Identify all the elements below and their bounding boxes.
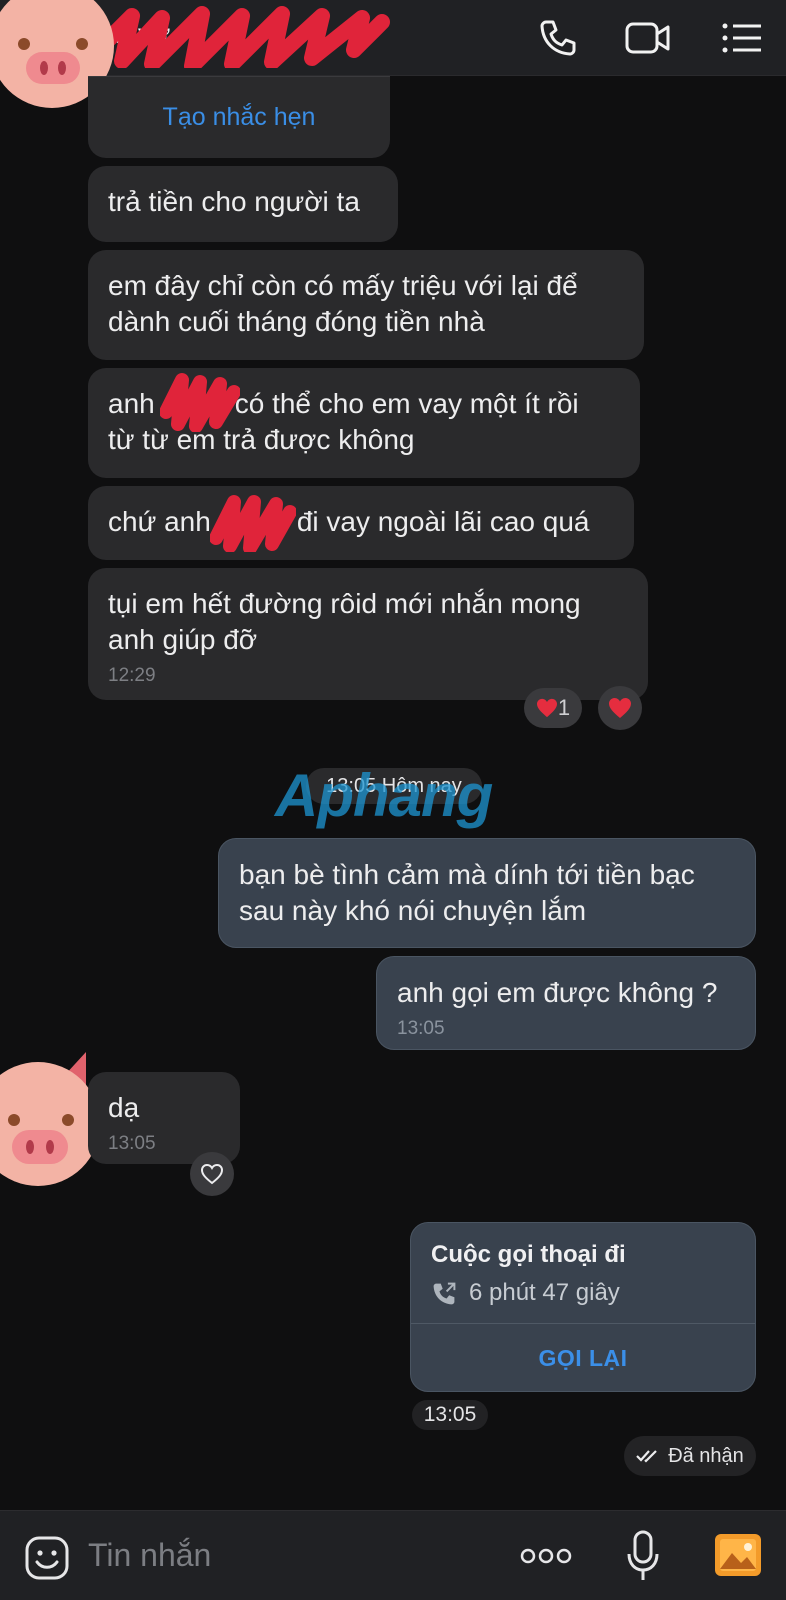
- outgoing-message-bubble[interactable]: bạn bè tình cảm mà dính tới tiền bạc sau…: [218, 838, 756, 948]
- call-title: Cuộc gọi thoại đi: [431, 1241, 626, 1268]
- phone-icon[interactable]: [532, 12, 584, 64]
- outgoing-call-icon: [433, 1282, 456, 1305]
- message-text: từ từ em trả được không: [108, 424, 415, 455]
- redaction-scribble: [94, 6, 390, 68]
- message-text: em đây chỉ còn có mấy triệu với lại để d…: [108, 270, 578, 337]
- image-gallery-icon[interactable]: [712, 1529, 764, 1581]
- message-time: 13:05: [397, 1018, 445, 1039]
- create-reminder-link[interactable]: Tạo nhắc hẹn: [88, 76, 390, 158]
- message-time: 13:05: [412, 1400, 488, 1430]
- heart-icon: [536, 698, 557, 718]
- message-time: 13:05: [108, 1133, 156, 1154]
- list-menu-icon[interactable]: [716, 12, 768, 64]
- chat-screen: C vợ Tạo nhắc hẹn trả tiền cho người ta …: [0, 0, 786, 1600]
- status-text: Đã nhận: [668, 1444, 744, 1467]
- double-check-icon: [636, 1450, 657, 1463]
- message-text: có thể cho em vay một ít rồi: [234, 388, 579, 419]
- emoji-icon[interactable]: [22, 1533, 72, 1583]
- message-text: tụi em hết đường rôid mới nhắn mong anh …: [108, 588, 581, 655]
- message-text: anh: [108, 388, 155, 419]
- delivery-status: Đã nhận: [624, 1436, 756, 1476]
- message-bubble[interactable]: dạ 13:05: [88, 1072, 240, 1164]
- redaction-scribble: [210, 495, 296, 552]
- reaction-summary[interactable]: 1: [524, 688, 582, 728]
- video-icon[interactable]: [622, 12, 674, 64]
- chat-header: C vợ: [0, 0, 786, 76]
- message-bubble[interactable]: em đây chỉ còn có mấy triệu với lại để d…: [88, 250, 644, 360]
- message-text: đi vay ngoài lãi cao quá: [296, 506, 590, 537]
- message-text: anh gọi em được không ?: [397, 977, 718, 1008]
- message-input-bar: Tin nhắn: [0, 1510, 786, 1600]
- message-input[interactable]: Tin nhắn: [88, 1537, 211, 1574]
- more-dots-icon[interactable]: [518, 1539, 574, 1573]
- outgoing-call-card: Cuộc gọi thoại đi 6 phút 47 giây GỌI LẠI: [410, 1222, 756, 1392]
- message-text: chứ anh: [108, 506, 211, 537]
- watermark-text: Aphang: [275, 762, 493, 829]
- reaction-count: 1: [557, 695, 571, 720]
- outgoing-message-bubble[interactable]: anh gọi em được không ? 13:05: [376, 956, 756, 1050]
- microphone-icon[interactable]: [618, 1527, 668, 1585]
- heart-icon: [609, 698, 631, 718]
- message-text: trả tiền cho người ta: [108, 186, 360, 217]
- react-heart-button[interactable]: [598, 686, 642, 730]
- heart-outline-icon: [200, 1163, 224, 1185]
- message-time: 12:29: [108, 665, 156, 686]
- message-text: dạ: [108, 1092, 140, 1123]
- call-back-button[interactable]: GỌI LẠI: [411, 1324, 755, 1391]
- message-text: bạn bè tình cảm mà dính tới tiền bạc sau…: [239, 859, 695, 926]
- react-heart-button[interactable]: [190, 1152, 234, 1196]
- message-bubble[interactable]: trả tiền cho người ta: [88, 166, 398, 242]
- message-bubble[interactable]: chứ anh đi vay ngoài lãi cao quá: [88, 486, 634, 560]
- watermark-logo: Aphang: [275, 762, 493, 829]
- redaction-scribble: [160, 373, 240, 432]
- message-bubble[interactable]: tụi em hết đường rôid mới nhắn mong anh …: [88, 568, 648, 700]
- call-duration: 6 phút 47 giây: [469, 1279, 620, 1306]
